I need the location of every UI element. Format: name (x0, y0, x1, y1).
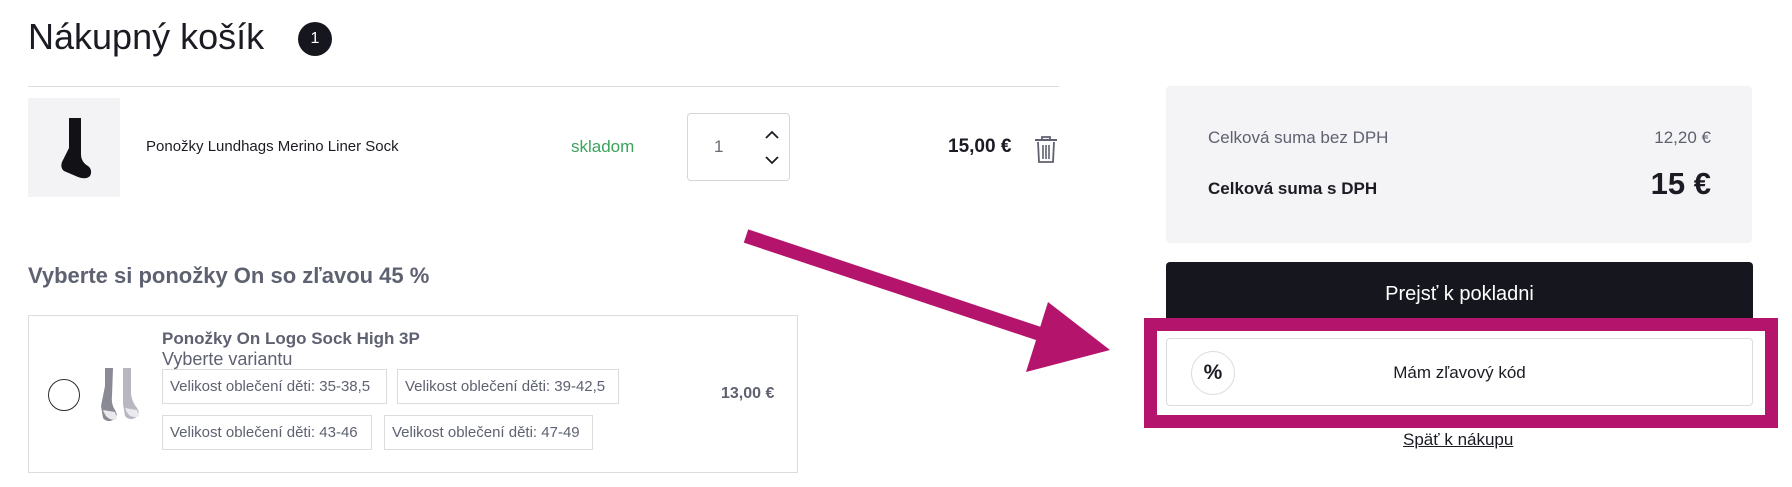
chevron-up-icon[interactable] (763, 126, 781, 142)
net-total-label: Celková suma bez DPH (1208, 128, 1389, 147)
sock-icon (61, 117, 92, 178)
quantity-stepper[interactable]: 1 (687, 113, 790, 181)
upsell-heading: Vyberte si ponožky On so zľavou 45 % (28, 263, 430, 288)
quantity-value[interactable]: 1 (714, 137, 723, 157)
upsell-radio[interactable] (48, 379, 80, 411)
upsell-price: 13,00 € (721, 385, 775, 402)
page-title: Nákupný košík (28, 16, 265, 57)
back-to-shopping-link[interactable]: Späť k nákupu (1403, 430, 1513, 450)
variant-option[interactable]: Velikost oblečení děti: 47-49 (384, 415, 593, 450)
upsell-subtitle: Vyberte variantu (162, 349, 293, 369)
highlight-box (1144, 318, 1778, 428)
cart-item-name[interactable]: Ponožky Lundhags Merino Liner Sock (146, 138, 399, 155)
cart-item-price: 15,00 € (948, 136, 1012, 157)
variant-option[interactable]: Velikost oblečení děti: 35-38,5 (162, 369, 387, 404)
trash-icon[interactable] (1034, 136, 1058, 164)
upsell-card: Ponožky On Logo Sock High 3P Vyberte var… (28, 315, 798, 473)
upsell-product-image (95, 366, 143, 424)
net-total-value: 12,20 € (1654, 128, 1711, 147)
divider (28, 86, 1059, 87)
upsell-product-name[interactable]: Ponožky On Logo Sock High 3P (162, 329, 420, 349)
product-image[interactable] (28, 98, 120, 197)
stock-status: skladom (571, 137, 635, 156)
chevron-down-icon[interactable] (763, 152, 781, 168)
gross-total-label: Celková suma s DPH (1208, 179, 1378, 198)
cart-count-badge: 1 (298, 22, 332, 56)
variant-option[interactable]: Velikost oblečení děti: 39-42,5 (397, 369, 619, 404)
order-summary: Celková suma bez DPH 12,20 € Celková sum… (1166, 86, 1752, 243)
variant-option[interactable]: Velikost oblečení děti: 43-46 (162, 415, 372, 450)
gross-total-value: 15 € (1650, 166, 1711, 201)
